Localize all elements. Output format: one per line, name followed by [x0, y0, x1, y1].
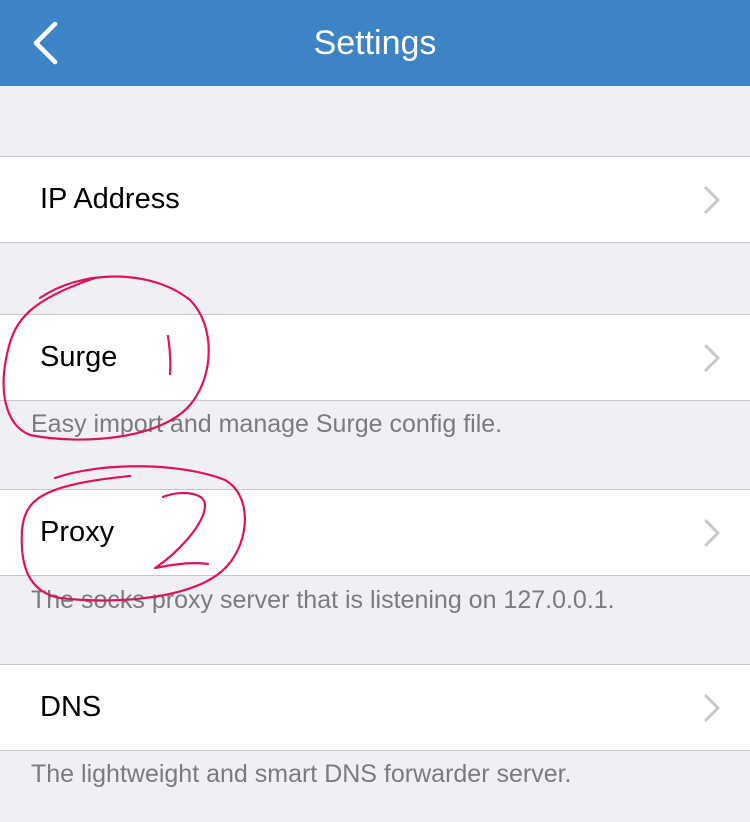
chevron-right-icon	[704, 344, 720, 372]
page-title: Settings	[313, 24, 437, 62]
row-label: Proxy	[40, 516, 115, 548]
row-label: Surge	[40, 341, 118, 373]
section-footer-proxy: The socks proxy server that is listening…	[31, 586, 615, 614]
row-label: DNS	[40, 691, 102, 723]
section-footer-dns: The lightweight and smart DNS forwarder …	[31, 760, 572, 788]
settings-row-dns[interactable]: DNS	[0, 664, 750, 751]
settings-row-ip-address[interactable]: IP Address	[0, 156, 750, 243]
section-footer-surge: Easy import and manage Surge config file…	[31, 410, 503, 438]
chevron-right-icon	[704, 519, 720, 547]
chevron-right-icon	[704, 186, 720, 214]
settings-row-surge[interactable]: Surge	[0, 314, 750, 401]
navigation-bar: Settings	[0, 0, 750, 86]
chevron-right-icon	[704, 694, 720, 722]
settings-screen: Settings IP Address Surge Easy import an…	[0, 0, 750, 822]
settings-row-proxy[interactable]: Proxy	[0, 489, 750, 576]
row-label: IP Address	[40, 183, 180, 215]
